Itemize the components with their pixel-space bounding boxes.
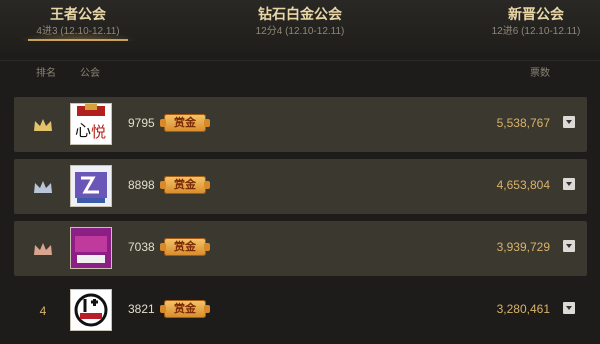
bounty-button[interactable]: 赏金 [160,300,210,318]
guild-count: 9795 [128,116,155,130]
guild-logo [70,227,112,269]
bounty-button[interactable]: 赏金 [160,176,210,194]
vote-count: 3,280,461 [496,302,550,316]
chevron-down-icon[interactable] [563,178,575,190]
table-row[interactable]: 8898 赏金 4,653,804 [14,159,587,214]
vote-count: 5,538,767 [496,116,550,130]
vote-count: 4,653,804 [496,178,550,192]
chevron-down-icon[interactable] [563,240,575,252]
guild-logo [70,165,112,207]
table-row[interactable]: 7038 赏金 3,939,729 [14,221,587,276]
guild-logo [70,289,112,331]
tab-title: 钻石白金公会 [258,6,342,22]
column-header-rank: 排名 [36,68,56,79]
vote-count: 3,939,729 [496,240,550,254]
svg-text:心: 心 [75,121,91,140]
tab-king-guild[interactable]: 王者公会 4进3 (12.10-12.11) [18,5,138,41]
bounty-button[interactable]: 赏金 [160,114,210,132]
guild-count: 8898 [128,178,155,192]
tab-title: 新晋公会 [508,6,564,22]
column-header-votes: 票数 [530,68,550,79]
tab-subtitle: 4进3 (12.10-12.11) [36,26,120,37]
guild-count: 7038 [128,240,155,254]
chevron-down-icon[interactable] [563,302,575,314]
guild-tabs: 王者公会 4进3 (12.10-12.11) 钻石白金公会 12分4 (12.1… [0,0,600,52]
tab-subtitle: 12分4 (12.10-12.11) [255,26,345,37]
bronze-crown-icon [34,243,52,255]
svg-text:悦: 悦 [91,123,106,141]
chevron-down-icon[interactable] [563,116,575,128]
rank-number: 4 [39,304,47,318]
tab-title: 王者公会 [50,6,106,22]
tab-diamond-platinum-guild[interactable]: 钻石白金公会 12分4 (12.10-12.11) [245,5,355,39]
tab-new-guild[interactable]: 新晋公会 12进6 (12.10-12.11) [486,5,586,39]
guild-count: 3821 [128,302,155,316]
tab-subtitle: 12进6 (12.10-12.11) [491,26,581,37]
column-header-guild: 公会 [80,68,100,79]
bounty-button[interactable]: 赏金 [160,238,210,256]
gold-crown-icon [34,119,52,131]
table-row[interactable]: 4 3821 赏金 3,280,461 [14,283,587,338]
silver-crown-icon [34,181,52,193]
table-row[interactable]: 心 悦 9795 赏金 5,538,767 [14,97,587,152]
divider [0,60,600,61]
guild-logo: 心 悦 [70,103,112,145]
